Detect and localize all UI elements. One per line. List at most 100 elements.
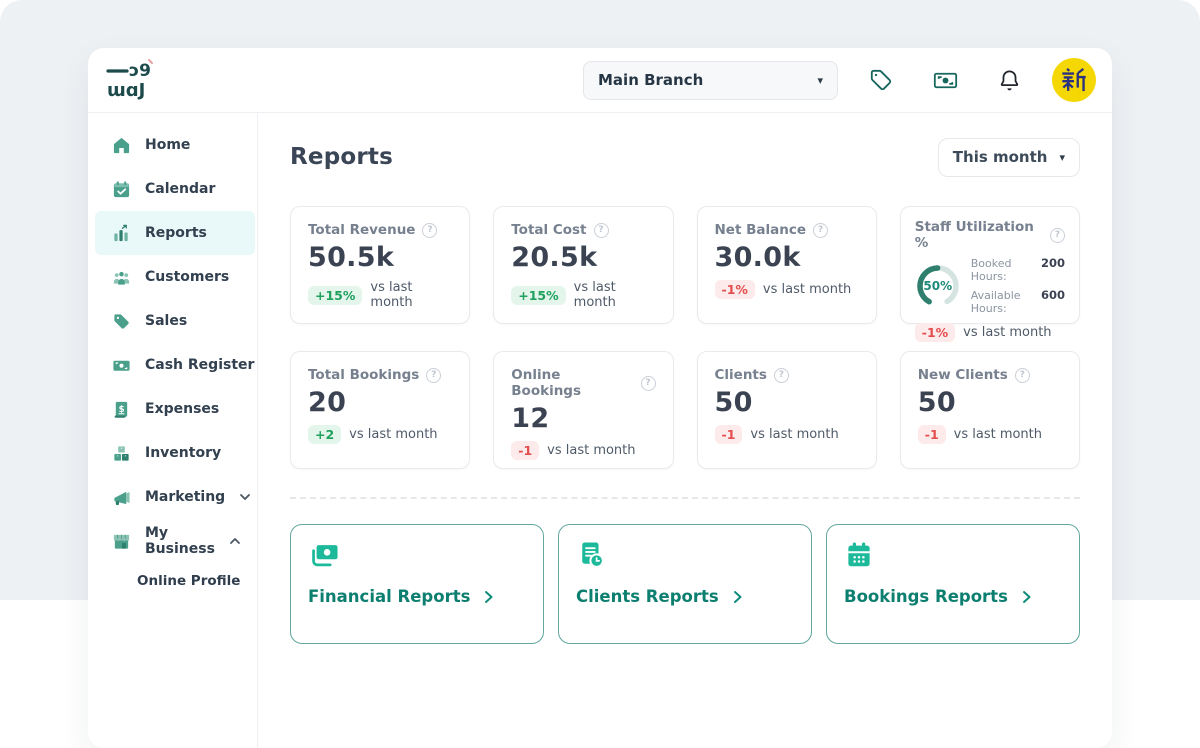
help-icon[interactable]: ?	[1015, 368, 1030, 383]
financial-reports-icon	[308, 540, 526, 570]
svg-text:ɔ9: ɔ9	[129, 61, 151, 81]
bar-chart-icon	[112, 224, 131, 243]
chevron-down-icon: ▾	[817, 75, 823, 86]
stat-card-online-bookings: Online Bookings ? 12 -1 vs last month	[493, 351, 673, 469]
sidebar-item-inventory[interactable]: Inventory	[88, 431, 257, 475]
help-icon[interactable]: ?	[594, 223, 609, 238]
sidebar-item-expenses[interactable]: $ Expenses	[88, 387, 257, 431]
sidebar-item-cash-register[interactable]: Cash Register	[88, 343, 257, 387]
stat-card-total-bookings: Total Bookings ? 20 +2 vs last month	[290, 351, 470, 469]
report-links: Financial Reports Clients Reports	[290, 524, 1080, 644]
help-icon[interactable]: ?	[1050, 228, 1065, 243]
change-note: vs last month	[963, 325, 1051, 340]
help-icon[interactable]: ?	[426, 368, 441, 383]
clients-reports-icon	[576, 540, 794, 570]
avatar[interactable]	[1052, 58, 1096, 102]
stat-value: 50	[715, 387, 859, 418]
sidebar-item-online-profile[interactable]: Online Profile	[88, 563, 257, 599]
stat-value: 20.5k	[511, 242, 655, 273]
avatar-cjk-glyph	[1060, 66, 1088, 94]
sidebar-subitem-label: Online Profile	[137, 573, 240, 589]
period-selector-value: This month	[953, 148, 1048, 166]
stat-title: Total Cost	[511, 222, 586, 238]
stat-card-clients: Clients ? 50 -1 vs last month	[697, 351, 877, 469]
help-icon[interactable]: ?	[813, 223, 828, 238]
sidebar-item-label: My Business	[145, 525, 215, 557]
period-selector[interactable]: This month ▾	[938, 138, 1080, 177]
change-note: vs last month	[349, 427, 437, 442]
change-badge: +15%	[511, 286, 565, 305]
topbar: ɔ9 ɯɑJ Main Branch ▾	[88, 48, 1112, 113]
app-window: ɔ9 ɯɑJ Main Branch ▾	[88, 48, 1112, 748]
booked-hours-label: Booked Hours:	[971, 257, 1041, 283]
section-divider	[290, 497, 1080, 499]
chevron-down-icon: ▾	[1059, 152, 1065, 163]
tag-icon[interactable]	[868, 67, 894, 93]
sidebar: Home Calendar Reports Customers	[88, 113, 258, 748]
stat-title: Clients	[715, 367, 767, 383]
change-note: vs last month	[370, 280, 452, 310]
sidebar-item-reports[interactable]: Reports	[95, 211, 255, 255]
banknote-icon[interactable]	[932, 67, 959, 94]
page-header: Reports This month ▾	[290, 137, 1080, 177]
stats-row-1: Total Revenue ? 50.5k +15% vs last month…	[290, 206, 1080, 324]
change-note: vs last month	[763, 282, 851, 297]
boxes-icon	[112, 444, 131, 463]
sidebar-item-label: Sales	[145, 313, 187, 329]
chevron-right-icon	[483, 590, 496, 604]
sidebar-item-label: Cash Register	[145, 357, 254, 373]
bookings-reports-card[interactable]: Bookings Reports	[826, 524, 1080, 644]
stat-card-net-balance: Net Balance ? 30.0k -1% vs last month	[697, 206, 877, 324]
change-badge: -1	[715, 425, 743, 444]
report-link-label: Clients Reports	[576, 587, 719, 606]
calendar-check-icon	[112, 180, 131, 199]
stat-title: Online Bookings	[511, 367, 633, 399]
sidebar-item-label: Customers	[145, 269, 229, 285]
chevron-right-icon	[1021, 590, 1034, 604]
change-note: vs last month	[954, 427, 1042, 442]
change-badge: -1	[918, 425, 946, 444]
report-link-label: Financial Reports	[308, 587, 470, 606]
utilization-percent: 50%	[915, 263, 961, 309]
page-title: Reports	[290, 144, 393, 170]
branch-selector[interactable]: Main Branch ▾	[583, 61, 838, 100]
notifications-bell-icon[interactable]	[997, 68, 1022, 93]
receipt-icon: $	[112, 400, 131, 419]
stat-value: 20	[308, 387, 452, 418]
stat-value: 12	[511, 403, 655, 434]
help-icon[interactable]: ?	[774, 368, 789, 383]
sidebar-item-marketing[interactable]: Marketing	[88, 475, 257, 519]
bookings-reports-icon	[844, 540, 1062, 570]
booked-hours-value: 200	[1041, 256, 1065, 270]
stat-value: 50.5k	[308, 242, 452, 273]
stat-title: Staff Utilization %	[915, 219, 1043, 251]
clients-reports-card[interactable]: Clients Reports	[558, 524, 812, 644]
sidebar-item-sales[interactable]: Sales	[88, 299, 257, 343]
change-badge: +2	[308, 425, 341, 444]
report-link-label: Bookings Reports	[844, 587, 1008, 606]
sidebar-item-label: Home	[145, 137, 190, 153]
chevron-right-icon	[732, 590, 745, 604]
help-icon[interactable]: ?	[422, 223, 437, 238]
sidebar-item-my-business[interactable]: My Business	[88, 519, 257, 563]
available-hours-label: Available Hours:	[971, 289, 1041, 315]
stat-card-total-revenue: Total Revenue ? 50.5k +15% vs last month	[290, 206, 470, 324]
stat-title: New Clients	[918, 367, 1008, 383]
sidebar-item-label: Marketing	[145, 489, 225, 505]
cash-icon	[112, 356, 131, 375]
change-badge: -1%	[915, 323, 955, 342]
change-badge: -1%	[715, 280, 755, 299]
sidebar-item-home[interactable]: Home	[88, 123, 257, 167]
financial-reports-card[interactable]: Financial Reports	[290, 524, 544, 644]
stat-value: 50	[918, 387, 1062, 418]
sidebar-item-customers[interactable]: Customers	[88, 255, 257, 299]
sidebar-item-calendar[interactable]: Calendar	[88, 167, 257, 211]
stat-card-total-cost: Total Cost ? 20.5k +15% vs last month	[493, 206, 673, 324]
storefront-icon	[112, 532, 131, 551]
stat-value: 30.0k	[715, 242, 859, 273]
available-hours-value: 600	[1041, 288, 1065, 302]
home-icon	[112, 136, 131, 155]
chevron-down-icon	[239, 493, 251, 501]
help-icon[interactable]: ?	[641, 376, 656, 391]
change-note: vs last month	[574, 280, 656, 310]
